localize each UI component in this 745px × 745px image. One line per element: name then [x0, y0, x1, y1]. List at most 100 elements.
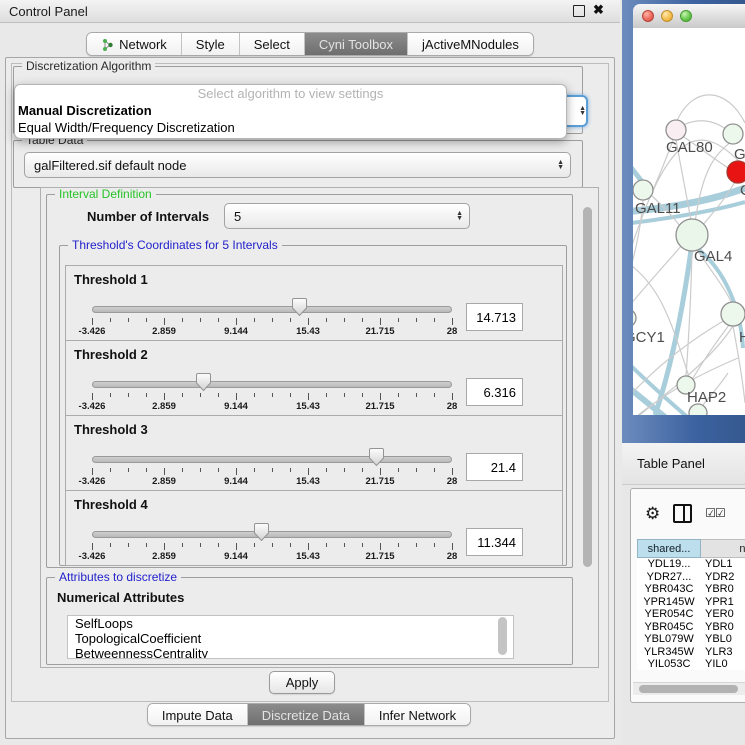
- attribute-list-item[interactable]: BetweennessCentrality: [68, 646, 513, 659]
- network-node-selected[interactable]: [727, 161, 745, 183]
- table-cell-name: YLR3: [701, 646, 745, 659]
- threshold-slider-thumb[interactable]: [368, 447, 385, 467]
- tab-network-label: Network: [119, 37, 167, 52]
- table-horizontal-scrollbar[interactable]: [639, 685, 738, 693]
- float-window-icon[interactable]: [573, 5, 585, 17]
- split-columns-icon[interactable]: [673, 504, 692, 523]
- network-node[interactable]: [723, 124, 743, 144]
- threshold-value-field[interactable]: [466, 378, 523, 406]
- table-cell-name: YER0: [701, 608, 745, 621]
- slider-tick-label: 21.715: [365, 401, 394, 412]
- network-node[interactable]: [721, 302, 745, 326]
- control-panel-title: Control Panel: [0, 4, 88, 19]
- network-node[interactable]: [633, 180, 653, 200]
- threshold-panel-2: Threshold 2-3.4262.8599.14415.4321.71528: [65, 340, 563, 416]
- table-row[interactable]: YBR043CYBR0: [637, 583, 745, 596]
- network-node[interactable]: [676, 219, 708, 251]
- control-panel-titlebar: Control Panel ✖: [0, 0, 620, 23]
- network-node-label: HAP2: [687, 389, 726, 406]
- network-node-label: GAL4: [694, 248, 732, 265]
- table-row[interactable]: YLR345WYLR3: [637, 646, 745, 659]
- tab-select[interactable]: Select: [240, 33, 305, 55]
- control-panel: Control Panel ✖ Network Style Select Cyni T…: [0, 0, 620, 745]
- algorithm-dropdown-popup: Select algorithm to view settings Manual…: [14, 84, 567, 139]
- tab-network[interactable]: Network: [87, 33, 182, 55]
- network-window-titlebar: [633, 4, 745, 29]
- column-header-name[interactable]: na: [701, 539, 745, 558]
- table-panel-body: ⚙ ☑☑ shared... na YDL19...YDL1YDR27...YD…: [630, 488, 745, 703]
- table-row[interactable]: YPR145WYPR1: [637, 596, 745, 609]
- threshold-value-field[interactable]: [466, 303, 523, 331]
- slider-tick-label: 9.144: [224, 551, 248, 562]
- zoom-traffic-light-icon[interactable]: [680, 10, 692, 22]
- tab-style[interactable]: Style: [182, 33, 240, 55]
- bottom-tab-impute-data-label: Impute Data: [162, 708, 233, 723]
- tab-style-label: Style: [196, 37, 225, 52]
- minimize-traffic-light-icon[interactable]: [661, 10, 673, 22]
- close-traffic-light-icon[interactable]: [642, 10, 654, 22]
- table-row[interactable]: YER054CYER0: [637, 608, 745, 621]
- attributes-group: Attributes to discretize Numerical Attri…: [46, 577, 573, 665]
- number-of-intervals-select[interactable]: 5 ▲▼: [224, 203, 470, 229]
- bottom-tab-discretize-data[interactable]: Discretize Data: [248, 704, 365, 726]
- attributes-group-title: Attributes to discretize: [55, 570, 181, 584]
- tab-cyni-toolbox[interactable]: Cyni Toolbox: [305, 33, 408, 55]
- threshold-value-field[interactable]: [466, 528, 523, 556]
- slider-tick-labels: -3.4262.8599.14415.4321.71528: [92, 326, 453, 338]
- table-row[interactable]: YDR27...YDR2: [637, 571, 745, 584]
- attribute-list-item[interactable]: SelfLoops: [68, 616, 513, 631]
- threshold-slider-track[interactable]: [92, 456, 452, 463]
- table-cell-shared-name: YPR145W: [637, 596, 701, 609]
- table-panel-toolbar: ⚙ ☑☑: [631, 489, 745, 537]
- table-cell-name: YPR1: [701, 596, 745, 609]
- threshold-slider-track[interactable]: [92, 306, 452, 313]
- tab-jactivemnodules-label: jActiveMNodules: [422, 37, 519, 52]
- attribute-list-item[interactable]: TopologicalCoefficient: [68, 631, 513, 646]
- apply-button-label: Apply: [286, 675, 319, 690]
- network-node[interactable]: [666, 120, 686, 140]
- table-row[interactable]: YDL19...YDL1: [637, 558, 745, 571]
- algorithm-option-equal-width[interactable]: Equal Width/Frequency Discretization: [15, 119, 566, 136]
- tab-cyni-toolbox-label: Cyni Toolbox: [319, 37, 393, 52]
- slider-tick-labels: -3.4262.8599.14415.4321.71528: [92, 476, 453, 488]
- settings-vertical-scrollbar[interactable]: [583, 207, 592, 567]
- slider-tick-label: -3.426: [79, 476, 106, 487]
- table-cell-shared-name: YBL079W: [637, 633, 701, 646]
- gear-icon[interactable]: ⚙: [645, 505, 660, 522]
- combo-arrows-icon: ▲▼: [551, 160, 564, 170]
- bottom-tab-infer-network[interactable]: Infer Network: [365, 704, 470, 726]
- table-cell-shared-name: YER054C: [637, 608, 701, 621]
- table-row[interactable]: YBL079WYBL0: [637, 633, 745, 646]
- threshold-slider-thumb[interactable]: [195, 372, 212, 392]
- attributes-list-scrollbar[interactable]: [498, 617, 507, 655]
- slider-tick-label: 2.859: [152, 551, 176, 562]
- network-canvas[interactable]: GAL80GAGAL11CGAL4GCY1HHAP2: [633, 28, 745, 415]
- top-tab-bar: Network Style Select Cyni Toolbox jActiveMNo…: [0, 32, 620, 56]
- numerical-attributes-list[interactable]: SelfLoopsTopologicalCoefficientBetweenne…: [67, 615, 514, 659]
- thresholds-group-title: Threshold's Coordinates for 5 Intervals: [68, 238, 282, 252]
- tab-jactivemnodules[interactable]: jActiveMNodules: [408, 33, 533, 55]
- column-header-shared-name[interactable]: shared...: [637, 539, 701, 558]
- number-of-intervals-value: 5: [234, 209, 241, 224]
- algorithm-option-manual[interactable]: Manual Discretization: [15, 102, 566, 119]
- threshold-slider-track[interactable]: [92, 381, 452, 388]
- threshold-slider-thumb[interactable]: [253, 522, 270, 542]
- threshold-slider-thumb[interactable]: [291, 297, 308, 317]
- threshold-slider-track[interactable]: [92, 531, 452, 538]
- slider-tick-label: 28: [447, 326, 458, 337]
- table-row[interactable]: YIL053CYIL0: [637, 658, 745, 670]
- slider-tick-label: 2.859: [152, 401, 176, 412]
- table-cell-name: YBL0: [701, 633, 745, 646]
- slider-tick-label: -3.426: [79, 326, 106, 337]
- threshold-value-field[interactable]: [466, 453, 523, 481]
- bottom-tab-infer-network-label: Infer Network: [379, 708, 456, 723]
- select-columns-icon[interactable]: ☑☑: [705, 506, 725, 520]
- table-cell-name: YDR2: [701, 571, 745, 584]
- close-icon[interactable]: ✖: [593, 2, 604, 18]
- network-node[interactable]: [633, 309, 636, 327]
- bottom-tab-impute-data[interactable]: Impute Data: [148, 704, 248, 726]
- table-data-select[interactable]: galFiltered.sif default node ▲▼: [24, 152, 571, 178]
- table-row[interactable]: YBR045CYBR0: [637, 621, 745, 634]
- table-cell-name: YDL1: [701, 558, 745, 571]
- apply-button[interactable]: Apply: [269, 671, 335, 694]
